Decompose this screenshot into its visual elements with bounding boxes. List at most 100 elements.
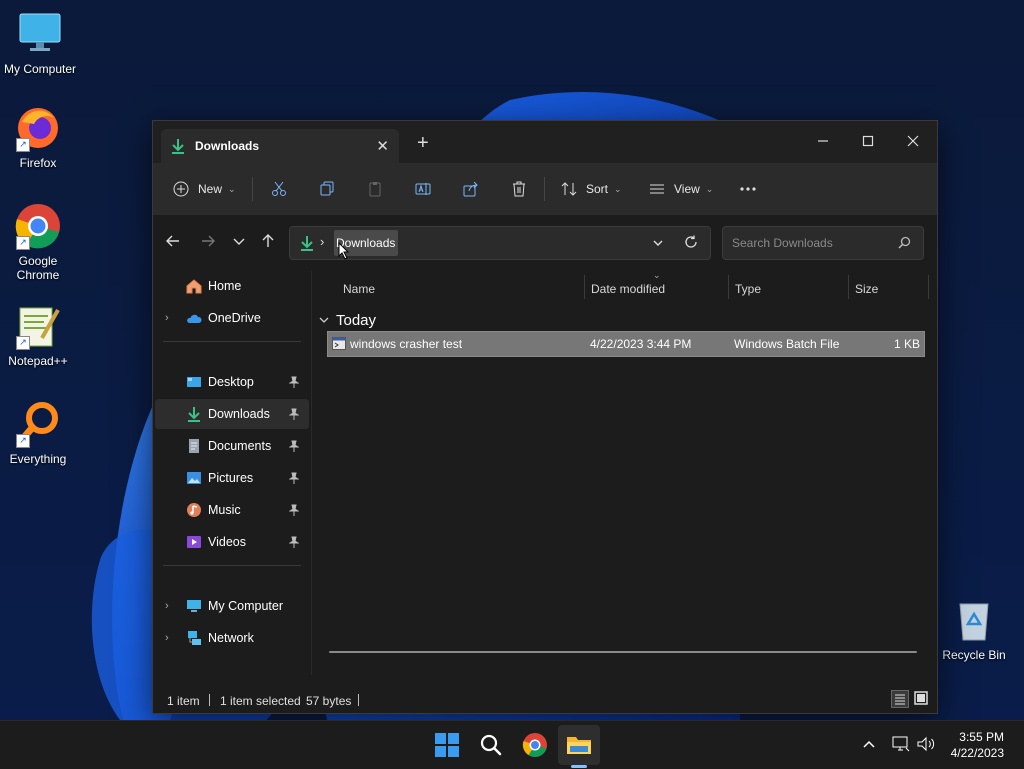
sidebar-item-label: Pictures xyxy=(208,471,254,485)
desktop-folder-icon xyxy=(187,377,201,387)
pin-icon xyxy=(289,376,299,388)
sidebar-item-network[interactable]: › Network xyxy=(155,623,309,653)
column-header-size[interactable]: Size xyxy=(855,275,878,303)
view-button[interactable]: View ⌄ xyxy=(649,175,713,203)
selection-count: 1 item selected xyxy=(220,694,301,708)
new-tab-button[interactable]: + xyxy=(417,133,429,153)
download-icon xyxy=(301,236,313,251)
desktop-icon-everything[interactable]: ↗ Everything xyxy=(0,400,76,466)
sidebar-item-label: My Computer xyxy=(208,599,284,613)
videos-icon xyxy=(187,536,201,548)
sidebar-item-label: Music xyxy=(208,503,241,517)
pin-icon xyxy=(289,536,299,548)
taskbar: 3:55 PM 4/22/2023 xyxy=(0,720,1024,769)
copy-button[interactable] xyxy=(319,175,335,203)
search-icon[interactable] xyxy=(477,731,505,759)
column-separator[interactable] xyxy=(584,275,585,299)
group-header-today[interactable]: Today xyxy=(319,307,376,333)
network-icon xyxy=(188,631,201,645)
chevron-right-icon[interactable]: › xyxy=(165,312,169,324)
details-view-icon[interactable] xyxy=(891,690,909,708)
system-clock[interactable]: 3:55 PM 4/22/2023 xyxy=(951,729,1004,761)
sidebar-item-documents[interactable]: Documents xyxy=(155,431,309,461)
sidebar-item-home[interactable]: Home xyxy=(155,271,309,301)
horizontal-scrollbar[interactable] xyxy=(329,651,917,653)
sidebar-item-label: Home xyxy=(208,279,242,293)
maximize-button[interactable] xyxy=(848,127,888,155)
column-header-date-modified[interactable]: Date modified xyxy=(591,275,665,303)
chevron-down-icon xyxy=(233,238,245,245)
address-bar[interactable]: › Downloads xyxy=(289,226,711,260)
minimize-button[interactable] xyxy=(803,127,843,155)
chrome-icon[interactable] xyxy=(521,731,549,759)
batch-file-icon xyxy=(332,337,346,350)
download-icon xyxy=(172,139,184,154)
sidebar-item-label: Videos xyxy=(208,535,246,549)
up-button[interactable] xyxy=(260,233,282,255)
desktop-icon-firefox[interactable]: ↗ Firefox xyxy=(0,104,76,170)
back-button[interactable] xyxy=(165,233,187,255)
mouse-cursor-icon xyxy=(338,242,350,260)
close-window-button[interactable] xyxy=(893,127,933,155)
sort-button[interactable]: Sort ⌄ xyxy=(561,175,622,203)
sidebar-divider xyxy=(163,565,301,566)
column-separator[interactable] xyxy=(928,275,929,299)
forward-button[interactable] xyxy=(200,233,222,255)
start-button[interactable] xyxy=(433,731,461,759)
volume-icon[interactable] xyxy=(916,736,936,752)
desktop-icon-recycle-bin[interactable]: Recycle Bin xyxy=(936,596,1012,662)
chrome-icon: ↗ xyxy=(14,202,62,250)
title-bar[interactable]: Downloads ✕ + xyxy=(153,121,937,163)
column-separator[interactable] xyxy=(848,275,849,299)
search-box[interactable]: Search Downloads xyxy=(722,226,924,260)
rename-button[interactable] xyxy=(415,175,431,203)
shortcut-arrow-icon: ↗ xyxy=(16,236,30,250)
pin-icon xyxy=(289,440,299,452)
file-row[interactable]: windows crasher test 4/22/2023 3:44 PM W… xyxy=(327,331,925,357)
file-type: Windows Batch File xyxy=(734,337,840,351)
sidebar-item-downloads[interactable]: Downloads xyxy=(155,399,309,429)
chevron-up-icon[interactable] xyxy=(862,739,876,749)
column-header-name[interactable]: Name xyxy=(343,275,375,303)
chevron-down-icon xyxy=(319,317,329,323)
pane-splitter[interactable] xyxy=(311,271,312,675)
sidebar-item-music[interactable]: Music xyxy=(155,495,309,525)
sidebar-item-onedrive[interactable]: › OneDrive xyxy=(155,303,309,333)
desktop-icon-google-chrome[interactable]: ↗ Google Chrome xyxy=(0,202,76,282)
tab-downloads[interactable]: Downloads ✕ xyxy=(161,129,399,163)
sidebar-item-my-computer[interactable]: › My Computer xyxy=(155,591,309,621)
desktop-icon-notepad-plus-plus[interactable]: ↗ Notepad++ xyxy=(0,302,76,368)
sidebar-item-pictures[interactable]: Pictures xyxy=(155,463,309,493)
chevron-right-icon[interactable]: › xyxy=(165,632,169,644)
monitor-icon xyxy=(187,600,201,612)
address-dropdown-icon[interactable] xyxy=(652,238,664,248)
network-status-icon[interactable] xyxy=(892,736,910,752)
cloud-icon xyxy=(187,314,202,323)
column-separator[interactable] xyxy=(728,275,729,299)
sort-icon xyxy=(561,182,577,196)
chevron-right-icon[interactable]: › xyxy=(165,600,169,612)
see-more-button[interactable] xyxy=(739,175,757,203)
refresh-icon[interactable] xyxy=(684,235,698,249)
file-size: 1 KB xyxy=(893,337,920,351)
sidebar-item-desktop[interactable]: Desktop xyxy=(155,367,309,397)
large-icons-view-icon[interactable] xyxy=(913,690,929,706)
file-name: windows crasher test xyxy=(350,337,463,351)
share-button[interactable] xyxy=(463,175,479,203)
close-tab-icon[interactable]: ✕ xyxy=(376,137,389,155)
recent-locations-button[interactable] xyxy=(231,233,253,255)
sidebar-item-videos[interactable]: Videos xyxy=(155,527,309,557)
search-placeholder: Search Downloads xyxy=(732,236,833,250)
desktop-icon-my-computer[interactable]: My Computer xyxy=(2,10,78,76)
cut-button[interactable] xyxy=(271,175,287,203)
sidebar-item-label: OneDrive xyxy=(208,311,261,325)
new-button[interactable]: New ⌄ xyxy=(173,175,236,203)
chevron-down-icon: ⌄ xyxy=(705,183,714,194)
pin-icon xyxy=(289,504,299,516)
file-explorer-icon[interactable] xyxy=(565,731,593,759)
column-header-type[interactable]: Type xyxy=(735,275,761,303)
paste-button[interactable] xyxy=(367,175,383,203)
desktop-icon-label: Google Chrome xyxy=(16,254,60,282)
delete-button[interactable] xyxy=(511,175,527,203)
shortcut-arrow-icon: ↗ xyxy=(16,434,30,448)
